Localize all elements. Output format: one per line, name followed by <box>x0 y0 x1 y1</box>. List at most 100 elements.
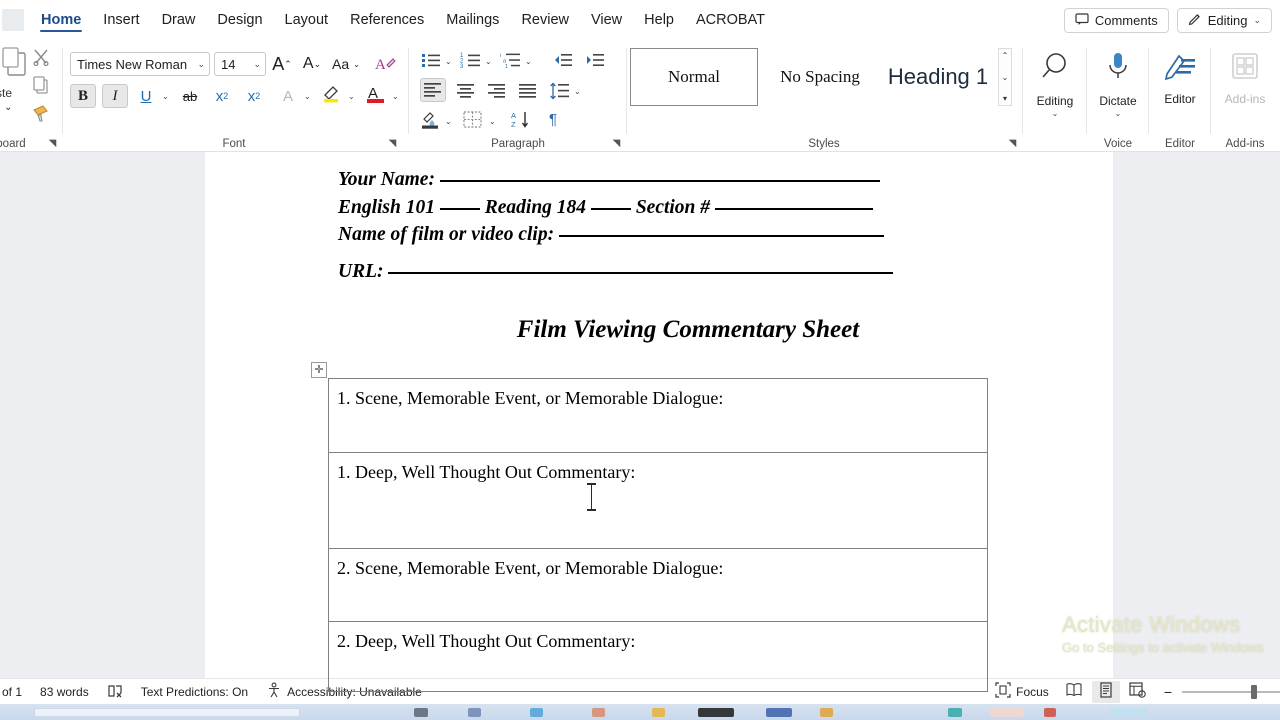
styles-dialog-launcher[interactable]: ◥ <box>1007 138 1018 149</box>
tab-help[interactable]: Help <box>633 0 685 40</box>
clear-formatting-icon[interactable]: A <box>374 52 398 76</box>
borders-caret-icon[interactable]: ⌄ <box>489 117 496 126</box>
borders-icon[interactable] <box>462 110 484 130</box>
align-left-icon[interactable] <box>420 78 446 102</box>
tab-draw[interactable]: Draw <box>151 0 207 40</box>
shading-caret-icon[interactable]: ⌄ <box>445 117 452 126</box>
table-move-handle-icon[interactable]: ✛ <box>311 362 327 378</box>
tab-review[interactable]: Review <box>510 0 580 40</box>
zoom-slider[interactable] <box>1182 684 1280 700</box>
tab-layout[interactable]: Layout <box>274 0 340 40</box>
taskbar-icon[interactable] <box>414 708 428 717</box>
paste-caret-icon[interactable]: ⌄ <box>4 102 12 113</box>
font-color-icon[interactable]: A <box>364 82 388 106</box>
document-canvas[interactable]: Your Name: English 101 Reading 184 Secti… <box>0 152 1280 692</box>
text-effects-button[interactable]: A <box>276 84 300 108</box>
ribbon-tab-overflow-stub[interactable] <box>2 9 24 31</box>
editor-button[interactable]: Editor <box>1150 44 1210 128</box>
taskbar-icon[interactable] <box>1044 708 1056 717</box>
strikethrough-button[interactable]: ab <box>178 84 202 108</box>
numbered-list-icon[interactable]: 123 <box>460 50 482 70</box>
copy-icon[interactable] <box>32 76 50 99</box>
taskbar-icon-active[interactable] <box>698 708 734 717</box>
taskbar-icon[interactable] <box>990 708 1024 717</box>
multilevel-list-icon[interactable]: ia1 <box>500 50 522 70</box>
taskbar-icon[interactable] <box>468 708 481 717</box>
taskbar-icon[interactable] <box>530 708 543 717</box>
clipboard-dialog-launcher[interactable]: ◥ <box>47 138 58 149</box>
table-row[interactable]: 1. Scene, Memorable Event, or Memorable … <box>329 379 987 453</box>
table-row[interactable]: 2. Deep, Well Thought Out Commentary: <box>329 622 987 692</box>
tab-design[interactable]: Design <box>206 0 273 40</box>
styles-scroll-down-icon[interactable]: ⌄ <box>1002 73 1009 82</box>
taskbar-icon[interactable] <box>1110 708 1148 717</box>
font-color-caret-icon[interactable]: ⌄ <box>392 92 399 101</box>
addins-button[interactable]: Add-ins <box>1212 44 1278 128</box>
styles-more-icon[interactable]: ▾ <box>1003 94 1007 103</box>
justify-icon[interactable] <box>516 80 538 100</box>
tab-home[interactable]: Home <box>30 0 92 40</box>
grow-font-button[interactable]: A ⌃ <box>270 52 294 76</box>
highlight-icon[interactable] <box>320 82 344 106</box>
bullet-list-icon[interactable] <box>420 50 442 70</box>
windows-taskbar[interactable] <box>0 704 1280 720</box>
align-right-icon[interactable] <box>485 80 507 100</box>
multilevel-caret-icon[interactable]: ⌄ <box>525 57 532 66</box>
show-paragraph-marks-icon[interactable]: ¶ <box>542 110 564 130</box>
word-count[interactable]: 83 words <box>31 685 98 699</box>
style-heading-1[interactable]: Heading 1 <box>882 48 994 106</box>
print-layout-button[interactable] <box>1091 680 1120 703</box>
scissors-icon[interactable] <box>32 48 50 71</box>
proofing-errors-icon[interactable] <box>98 684 132 699</box>
table-row[interactable]: 2. Scene, Memorable Event, or Memorable … <box>329 549 987 622</box>
tab-view[interactable]: View <box>580 0 633 40</box>
styles-scroll-up-icon[interactable]: ⌃ <box>1002 51 1009 60</box>
style-normal[interactable]: Normal <box>630 48 758 106</box>
zoom-out-button[interactable]: − <box>1154 684 1176 700</box>
italic-button[interactable]: I <box>102 84 128 108</box>
taskbar-icon[interactable] <box>592 708 605 717</box>
change-case-button[interactable]: Aa ⌄ <box>332 52 360 76</box>
line-spacing-caret-icon[interactable]: ⌄ <box>574 87 581 96</box>
tab-mailings[interactable]: Mailings <box>435 0 510 40</box>
shading-icon[interactable] <box>420 110 442 130</box>
increase-indent-icon[interactable] <box>584 50 606 70</box>
tab-insert[interactable]: Insert <box>92 0 150 40</box>
line-spacing-icon[interactable] <box>549 80 571 100</box>
numbering-caret-icon[interactable]: ⌄ <box>485 57 492 66</box>
bullets-caret-icon[interactable]: ⌄ <box>445 57 452 66</box>
table-row[interactable]: 1. Deep, Well Thought Out Commentary: <box>329 453 987 549</box>
superscript-button[interactable]: x2 <box>242 84 266 108</box>
zoom-slider-thumb[interactable] <box>1251 684 1257 699</box>
taskbar-icon[interactable] <box>766 708 792 717</box>
paragraph-dialog-launcher[interactable]: ◥ <box>611 138 622 149</box>
taskbar-icon[interactable] <box>652 708 665 717</box>
underline-caret-icon[interactable]: ⌄ <box>162 92 169 101</box>
comments-button[interactable]: Comments <box>1063 8 1169 33</box>
taskbar-search[interactable] <box>34 708 300 717</box>
format-painter-icon[interactable] <box>31 104 51 129</box>
shrink-font-button[interactable]: A ⌄ <box>300 52 324 76</box>
highlight-caret-icon[interactable]: ⌄ <box>348 92 355 101</box>
align-center-icon[interactable] <box>454 80 476 100</box>
taskbar-icon[interactable] <box>820 708 833 717</box>
subscript-button[interactable]: x2 <box>210 84 234 108</box>
font-size-combobox[interactable]: 14 ⌄ <box>214 52 266 76</box>
editing-mode-button[interactable]: Editing ⌄ <box>1176 8 1272 33</box>
editing-button[interactable]: Editing ⌄ <box>1024 44 1086 128</box>
dictate-button[interactable]: Dictate ⌄ <box>1088 44 1148 128</box>
paste-icon[interactable] <box>0 46 34 87</box>
bold-button[interactable]: B <box>70 84 96 108</box>
text-effects-caret-icon[interactable]: ⌄ <box>304 92 311 101</box>
web-layout-button[interactable] <box>1124 681 1152 703</box>
page-number-indicator[interactable]: of 1 <box>0 685 31 699</box>
read-mode-button[interactable] <box>1060 681 1088 703</box>
taskbar-icon[interactable] <box>948 708 962 717</box>
underline-button[interactable]: U <box>134 84 158 108</box>
style-no-spacing[interactable]: No Spacing <box>760 48 880 106</box>
font-family-combobox[interactable]: Times New Roman ⌄ <box>70 52 210 76</box>
sort-icon[interactable]: AZ <box>510 110 532 130</box>
tab-references[interactable]: References <box>339 0 435 40</box>
tab-acrobat[interactable]: ACROBAT <box>685 0 776 40</box>
commentary-table[interactable]: 1. Scene, Memorable Event, or Memorable … <box>328 378 988 692</box>
